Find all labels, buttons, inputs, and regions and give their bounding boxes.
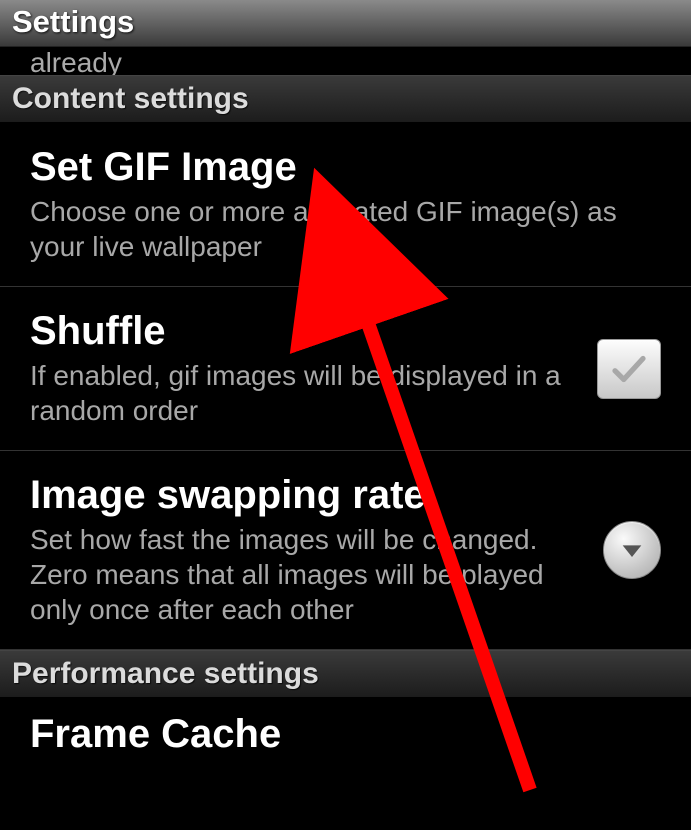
pref-text: Set GIF Image Choose one or more animate… bbox=[30, 145, 661, 264]
checkmark-icon bbox=[608, 348, 650, 390]
section-content-settings: Content settings bbox=[0, 75, 691, 123]
pref-summary: If enabled, gif images will be displayed… bbox=[30, 358, 577, 428]
pref-title: Image swapping rate bbox=[30, 473, 583, 518]
pref-shuffle[interactable]: Shuffle If enabled, gif images will be d… bbox=[0, 287, 691, 451]
dropdown-button[interactable] bbox=[603, 521, 661, 579]
section-performance-settings: Performance settings bbox=[0, 650, 691, 698]
pref-text: Image swapping rate Set how fast the ima… bbox=[30, 473, 583, 627]
pref-image-swapping-rate[interactable]: Image swapping rate Set how fast the ima… bbox=[0, 451, 691, 650]
settings-title: Settings bbox=[12, 4, 679, 40]
shuffle-checkbox[interactable] bbox=[597, 339, 661, 399]
pref-title: Set GIF Image bbox=[30, 145, 661, 190]
pref-title: Frame Cache bbox=[30, 712, 661, 757]
pref-text: Shuffle If enabled, gif images will be d… bbox=[30, 309, 577, 428]
chevron-down-icon bbox=[618, 536, 646, 564]
pref-summary: Set how fast the images will be changed.… bbox=[30, 522, 583, 627]
settings-header: Settings bbox=[0, 0, 691, 47]
pref-frame-cache[interactable]: Frame Cache bbox=[0, 698, 691, 757]
pref-set-gif-image[interactable]: Set GIF Image Choose one or more animate… bbox=[0, 123, 691, 287]
pref-summary: Choose one or more animated GIF image(s)… bbox=[30, 194, 661, 264]
pref-title: Shuffle bbox=[30, 309, 577, 354]
truncated-previous-item: already bbox=[0, 47, 691, 75]
